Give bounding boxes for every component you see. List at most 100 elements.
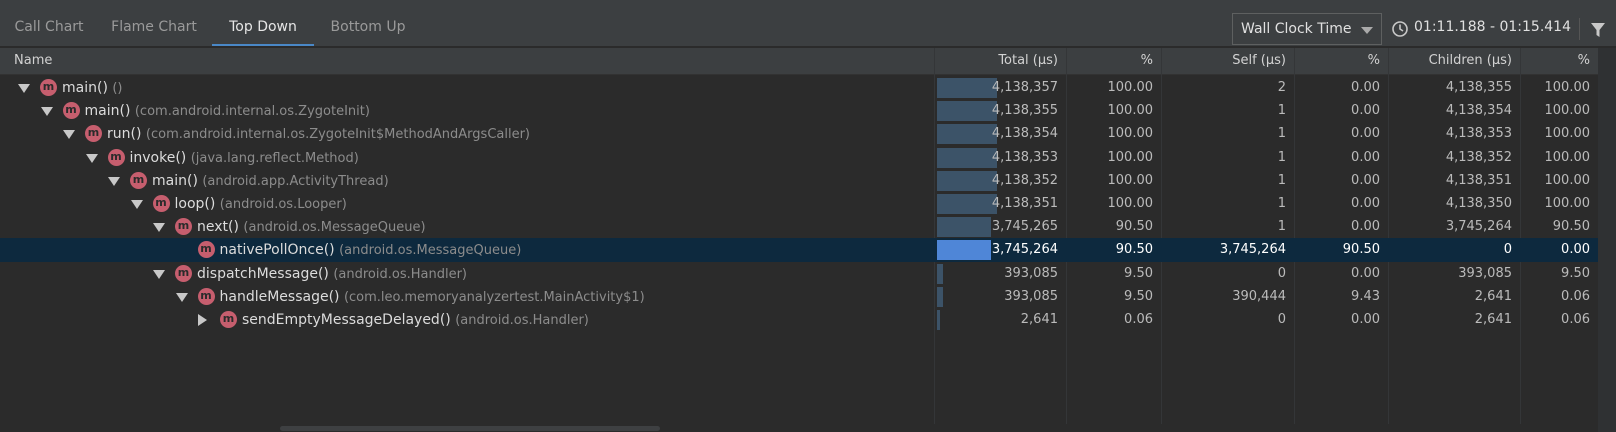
method-name: run() bbox=[107, 126, 142, 143]
method-label: run() (com.android.internal.os.ZygoteIni… bbox=[107, 122, 530, 147]
self-cell: 1 bbox=[1277, 172, 1286, 188]
column-header-self[interactable]: Self (µs) bbox=[1161, 48, 1294, 74]
total-pct-cell: 100.00 bbox=[1107, 149, 1154, 165]
total-cell: 3,745,265 bbox=[991, 219, 1058, 235]
table-row[interactable]: m main() () 4,138,357 100.00 2 0.00 4,138,355 1… bbox=[0, 76, 1616, 100]
method-icon: m bbox=[220, 311, 237, 328]
expand-down-icon[interactable] bbox=[18, 84, 30, 93]
children-pct-cell: 90.50 bbox=[1552, 219, 1590, 235]
self-cell: 3,745,264 bbox=[1219, 242, 1286, 258]
self-pct-cell: 90.50 bbox=[1342, 242, 1380, 258]
children-pct-cell: 0.00 bbox=[1561, 242, 1590, 258]
expand-down-icon[interactable] bbox=[175, 292, 188, 302]
method-icon: m bbox=[175, 264, 192, 282]
table-row[interactable]: m invoke() (java.lang.reflect.Method) 4,13… bbox=[0, 146, 1616, 170]
tab-flame-chart[interactable]: Flame Chart bbox=[104, 0, 204, 45]
method-class: (com.leo.memoryanalyzertest.MainActivity… bbox=[343, 289, 645, 305]
self-pct-cell: 0.00 bbox=[1351, 312, 1380, 327]
total-cell: 4,138,353 bbox=[991, 149, 1058, 165]
total-cell: 393,085 bbox=[1004, 265, 1058, 281]
tab-call-chart[interactable]: Call Chart bbox=[8, 0, 90, 45]
table-row[interactable]: m run() (com.android.internal.os.ZygoteIn… bbox=[0, 122, 1616, 146]
table-row[interactable]: m handleMessage() (com.leo.memoryanalyzer… bbox=[0, 285, 1616, 309]
method-class: (android.os.Handler) bbox=[455, 313, 589, 328]
total-cell: 4,138,352 bbox=[991, 172, 1058, 188]
vertical-scrollbar[interactable] bbox=[1598, 48, 1616, 432]
total-pct-cell: 100.00 bbox=[1107, 172, 1154, 188]
table-row[interactable]: m main() (android.app.ActivityThread) 4,13… bbox=[0, 169, 1616, 193]
table-row[interactable]: m dispatchMessage() (android.os.Handler) 3… bbox=[0, 262, 1616, 286]
method-name: loop() bbox=[174, 196, 216, 212]
children-cell: 393,085 bbox=[1458, 265, 1512, 281]
table-header: Name Total (µs) % Self (µs) % Children (… bbox=[0, 48, 1616, 75]
method-icon: m bbox=[197, 287, 215, 305]
method-class: () bbox=[112, 81, 123, 96]
method-label: invoke() (java.lang.reflect.Method) bbox=[130, 146, 359, 171]
expand-down-icon[interactable] bbox=[63, 130, 75, 140]
self-pct-cell: 0.00 bbox=[1351, 103, 1380, 119]
column-header-children-pct[interactable]: % bbox=[1520, 48, 1598, 74]
children-pct-cell: 100.00 bbox=[1544, 103, 1591, 119]
column-header-children[interactable]: Children (µs) bbox=[1388, 48, 1520, 74]
children-pct-cell: 9.50 bbox=[1561, 265, 1590, 281]
children-cell: 4,138,350 bbox=[1445, 196, 1512, 211]
expand-right-icon[interactable] bbox=[198, 314, 207, 326]
expand-down-icon[interactable] bbox=[153, 223, 165, 233]
filter-icon[interactable] bbox=[1590, 22, 1606, 38]
column-header-total-pct[interactable]: % bbox=[1066, 48, 1161, 74]
method-class: (android.os.MessageQueue) bbox=[243, 220, 426, 236]
children-pct-cell: 100.00 bbox=[1544, 149, 1591, 165]
horizontal-scrollbar[interactable] bbox=[0, 424, 1598, 432]
method-label: loop() (android.os.Looper) bbox=[175, 192, 347, 217]
method-name: main() bbox=[152, 172, 198, 189]
method-label: main() (android.app.ActivityThread) bbox=[152, 169, 389, 194]
children-pct-cell: 100.00 bbox=[1544, 172, 1591, 188]
table-row[interactable]: m sendEmptyMessageDelayed() (android.os.H… bbox=[0, 308, 1616, 332]
self-pct-cell: 0.00 bbox=[1351, 126, 1380, 142]
time-range-label: 01:11.188 - 01:15.414 bbox=[1414, 19, 1571, 35]
column-header-self-pct[interactable]: % bbox=[1294, 48, 1388, 74]
expand-down-icon[interactable] bbox=[40, 107, 53, 117]
column-header-total[interactable]: Total (µs) bbox=[934, 48, 1066, 74]
chevron-down-icon bbox=[1361, 27, 1373, 34]
total-pct-cell: 9.50 bbox=[1124, 265, 1153, 281]
method-label: handleMessage() (com.leo.memoryanalyzert… bbox=[220, 285, 645, 310]
horizontal-scrollbar-thumb[interactable] bbox=[280, 426, 660, 431]
total-cell: 2,641 bbox=[1020, 312, 1058, 327]
children-pct-cell: 100.00 bbox=[1544, 196, 1591, 211]
method-class: (android.os.Looper) bbox=[219, 197, 347, 212]
table-row[interactable]: m main() (com.android.internal.os.ZygoteI… bbox=[0, 99, 1616, 123]
method-class: (com.android.internal.os.ZygoteInit) bbox=[134, 104, 370, 120]
expand-down-icon[interactable] bbox=[153, 269, 165, 279]
method-label: sendEmptyMessageDelayed() (android.os.Ha… bbox=[242, 308, 589, 333]
expand-down-icon[interactable] bbox=[108, 176, 120, 186]
self-cell: 2 bbox=[1277, 80, 1286, 95]
method-icon: m bbox=[175, 218, 192, 236]
expand-down-icon[interactable] bbox=[85, 153, 98, 163]
self-pct-cell: 0.00 bbox=[1351, 265, 1380, 281]
method-icon: m bbox=[107, 148, 125, 166]
method-label: nativePollOnce() (android.os.MessageQueu… bbox=[220, 238, 522, 263]
self-cell: 1 bbox=[1277, 149, 1286, 165]
tab-bottom-up[interactable]: Bottom Up bbox=[322, 0, 414, 45]
method-name: invoke() bbox=[129, 149, 187, 166]
total-pct-cell: 90.50 bbox=[1115, 242, 1153, 258]
expand-down-icon[interactable] bbox=[130, 200, 143, 209]
children-cell: 4,138,351 bbox=[1445, 172, 1512, 188]
table-row[interactable]: m next() (android.os.MessageQueue) 3,745,2… bbox=[0, 215, 1616, 239]
tab-top-down[interactable]: Top Down bbox=[212, 0, 314, 46]
clock-type-dropdown[interactable]: Wall Clock Time bbox=[1232, 13, 1382, 45]
table-row[interactable]: m loop() (android.os.Looper) 4,138,351 100.… bbox=[0, 192, 1616, 216]
method-name: dispatchMessage() bbox=[197, 265, 329, 282]
method-class: (android.os.Handler) bbox=[333, 266, 467, 282]
method-icon: m bbox=[152, 195, 170, 212]
method-class: (com.android.internal.os.ZygoteInit$Meth… bbox=[145, 127, 531, 143]
method-icon: m bbox=[130, 171, 147, 189]
table-row[interactable]: m nativePollOnce() (android.os.MessageQue… bbox=[0, 238, 1616, 263]
children-pct-cell: 0.06 bbox=[1561, 312, 1590, 327]
method-name: next() bbox=[197, 219, 239, 236]
column-header-name[interactable]: Name bbox=[0, 48, 934, 74]
method-name: handleMessage() bbox=[219, 288, 340, 305]
method-icon: m bbox=[197, 241, 215, 259]
toolbar-divider bbox=[1579, 18, 1580, 40]
